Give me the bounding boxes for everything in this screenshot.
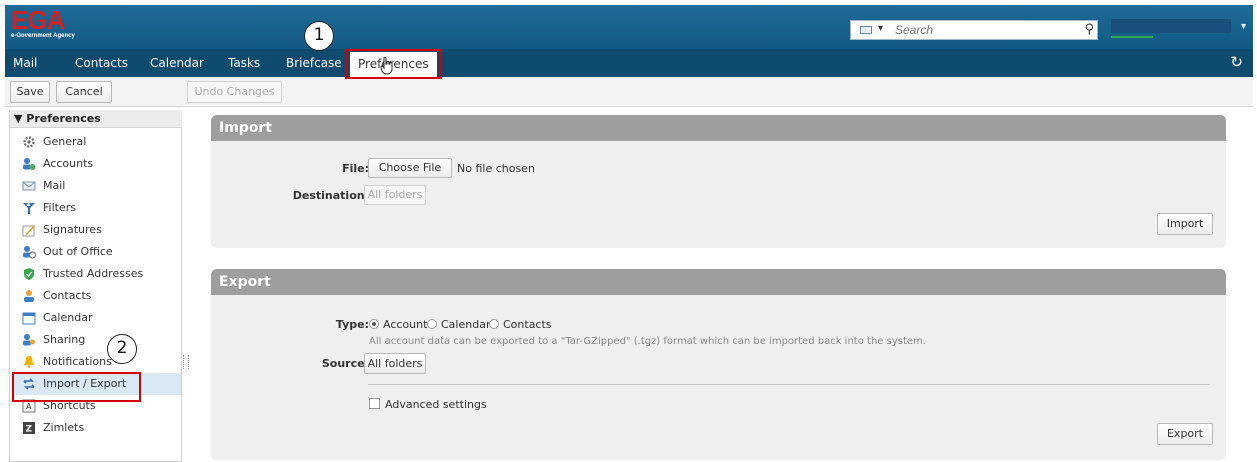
- sidebar-item-trusted-addresses[interactable]: Trusted Addresses: [13, 263, 181, 285]
- sidebar-item-label: Sharing: [43, 333, 86, 346]
- svg-text:A: A: [26, 402, 32, 411]
- sidebar-item-label: Calendar: [43, 311, 93, 324]
- preferences-sidebar: ▼ Preferences General Accounts Mail Filt…: [9, 110, 182, 462]
- refresh-icon[interactable]: ↻: [1230, 53, 1243, 71]
- type-option-contacts[interactable]: Contacts: [503, 318, 552, 331]
- signature-icon: [22, 225, 35, 237]
- search-input[interactable]: [895, 22, 1065, 38]
- brand-name: EGA: [11, 5, 65, 35]
- export-button[interactable]: Export: [1157, 423, 1213, 445]
- type-option-calendar[interactable]: Calendar: [441, 318, 490, 331]
- save-button[interactable]: Save: [10, 81, 50, 103]
- tab-calendar[interactable]: Calendar: [150, 49, 204, 77]
- sidebar-item-sharing[interactable]: Sharing: [13, 329, 181, 351]
- type-option-account[interactable]: Account: [383, 318, 427, 331]
- sidebar-item-label: Zimlets: [43, 421, 85, 434]
- user-name-redacted: [1111, 19, 1231, 33]
- sidebar-item-label: General: [43, 135, 87, 148]
- user-menu[interactable]: ▼: [1108, 17, 1248, 45]
- sidebar-item-out-of-office[interactable]: Out of Office: [13, 241, 181, 263]
- sidebar-item-general[interactable]: General: [13, 131, 181, 153]
- search-icon[interactable]: ⚲: [1084, 21, 1094, 37]
- import-button[interactable]: Import: [1157, 213, 1213, 235]
- envelope-icon: [22, 181, 36, 191]
- user-menu-chevron-icon[interactable]: ▼: [1239, 21, 1248, 31]
- export-section-title: Export: [211, 269, 1226, 295]
- sidebar-item-label: Signatures: [43, 223, 102, 236]
- sidebar-item-calendar[interactable]: Calendar: [13, 307, 181, 329]
- out-of-office-icon: [23, 246, 36, 259]
- sidebar-item-label: Accounts: [43, 157, 94, 170]
- cancel-button[interactable]: Cancel: [56, 81, 112, 103]
- sidebar-item-filters[interactable]: Filters: [13, 197, 181, 219]
- hand-cursor-icon: [380, 57, 393, 75]
- advanced-settings-label[interactable]: Advanced settings: [385, 398, 487, 411]
- filter-icon: [23, 203, 35, 214]
- envelope-icon[interactable]: [860, 26, 872, 34]
- source-folder-button[interactable]: All folders: [364, 353, 426, 374]
- tab-mail[interactable]: Mail: [13, 49, 37, 77]
- sidebar-item-label: Contacts: [43, 289, 92, 302]
- tab-briefcase[interactable]: Briefcase: [286, 49, 342, 77]
- brand-logo[interactable]: EGA e-Government Agency: [11, 7, 81, 39]
- export-section: Export Type: Account Calendar Contacts A…: [211, 269, 1226, 460]
- export-hint-text: All account data can be exported to a "T…: [369, 336, 926, 347]
- search-type-dropdown-icon[interactable]: ▾: [878, 23, 883, 34]
- sidebar-header-label: Preferences: [26, 112, 101, 125]
- type-radio-calendar[interactable]: [427, 319, 437, 329]
- calendar-icon: [22, 312, 36, 325]
- accounts-icon: [23, 158, 36, 170]
- import-section: Import File: Choose File No file chosen …: [211, 115, 1226, 248]
- step-2-marker: 2: [107, 334, 137, 364]
- tab-tasks[interactable]: Tasks: [228, 49, 260, 77]
- no-file-chosen-text: No file chosen: [457, 162, 535, 175]
- sidebar-item-label: Mail: [43, 179, 66, 192]
- choose-file-button[interactable]: Choose File: [368, 158, 452, 178]
- import-section-title: Import: [211, 115, 1226, 141]
- sidebar-item-label: Trusted Addresses: [43, 267, 144, 280]
- app-tabs: Mail Contacts Calendar Tasks Briefcase P…: [5, 49, 1253, 77]
- top-header: EGA e-Government Agency ▾ ⚲ ▼: [5, 5, 1253, 49]
- import-export-highlight: [12, 372, 141, 402]
- sidebar-item-label: Out of Office: [43, 245, 113, 258]
- advanced-settings-checkbox[interactable]: [369, 398, 380, 409]
- source-label: Source:: [321, 357, 369, 370]
- step-1-marker: 1: [304, 21, 334, 51]
- sidebar-item-signatures[interactable]: Signatures: [13, 219, 181, 241]
- sharing-icon: [23, 334, 35, 346]
- gear-icon: [23, 136, 35, 148]
- sidebar-item-label: Filters: [43, 201, 76, 214]
- type-radio-contacts[interactable]: [489, 319, 499, 329]
- sidebar-item-zimlets[interactable]: Z Zimlets: [13, 417, 181, 439]
- search-box[interactable]: ▾ ⚲: [850, 20, 1098, 40]
- shield-check-icon: [24, 268, 34, 280]
- sidebar-item-notifications[interactable]: Notifications: [13, 351, 181, 373]
- file-label: File:: [342, 162, 369, 175]
- svg-text:Z: Z: [26, 425, 33, 435]
- type-label: Type:: [335, 318, 369, 331]
- tab-contacts[interactable]: Contacts: [75, 49, 128, 77]
- divider: [368, 384, 1210, 385]
- sidebar-item-contacts[interactable]: Contacts: [13, 285, 181, 307]
- sidebar-item-accounts[interactable]: Accounts: [13, 153, 181, 175]
- sidebar-header[interactable]: ▼ Preferences: [10, 110, 182, 128]
- zimlet-icon: Z: [23, 422, 35, 435]
- sidebar-item-mail[interactable]: Mail: [13, 175, 181, 197]
- quota-bar: [1111, 36, 1153, 38]
- brand-subtitle: e-Government Agency: [11, 33, 75, 39]
- undo-changes-button[interactable]: Undo Changes: [187, 81, 282, 103]
- sidebar-splitter[interactable]: [183, 355, 189, 369]
- bell-icon: [24, 356, 34, 368]
- destination-folder-button[interactable]: All folders: [364, 185, 426, 205]
- type-radio-account[interactable]: [369, 319, 379, 329]
- destination-label: Destination:: [292, 189, 369, 202]
- sidebar-item-label: Notifications: [43, 355, 112, 368]
- toolbar: Save Cancel Undo Changes: [5, 77, 1253, 107]
- contact-person-icon: [24, 290, 34, 302]
